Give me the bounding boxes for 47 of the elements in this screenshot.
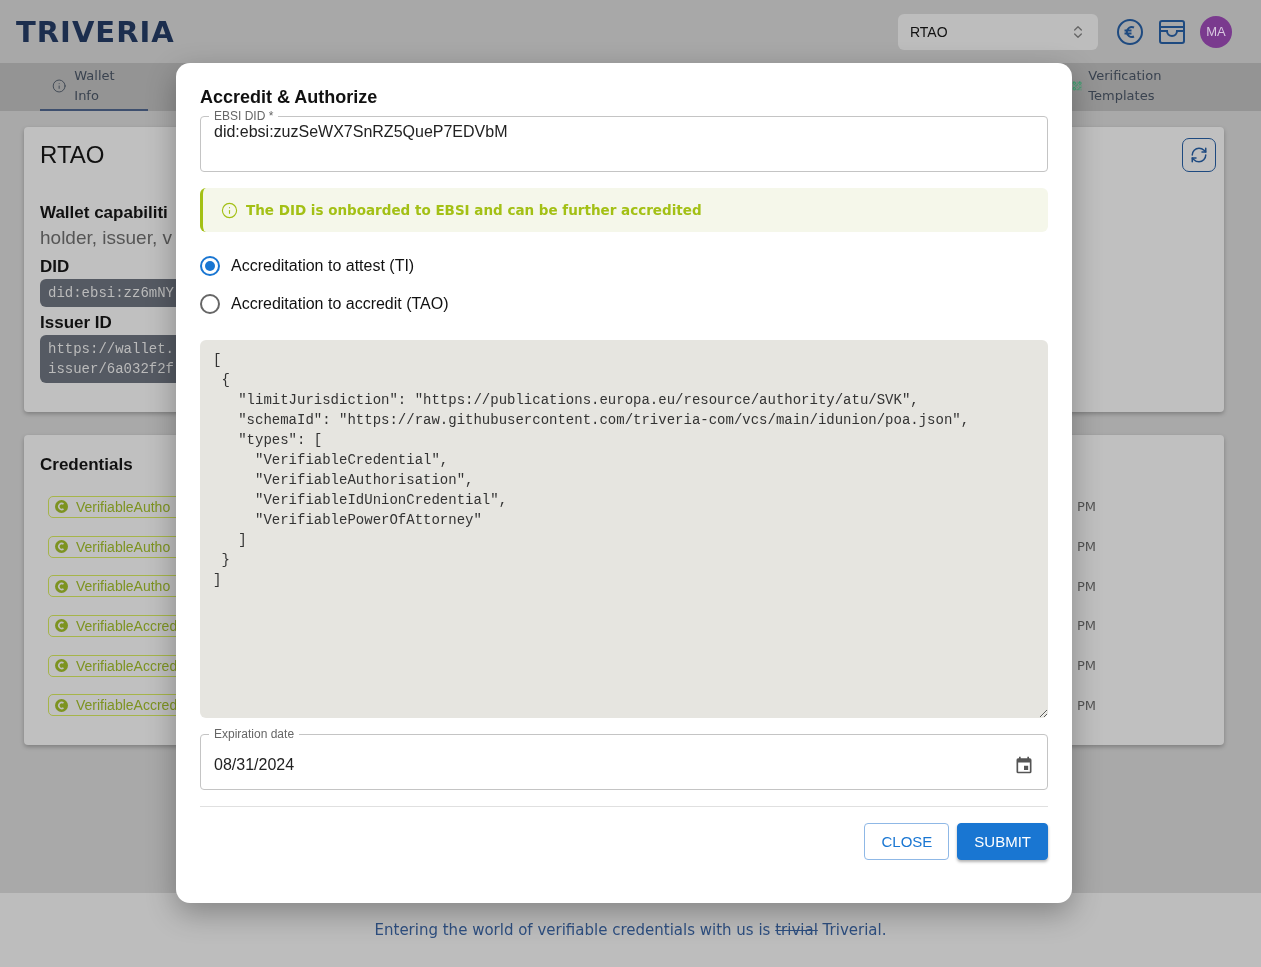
did-input[interactable]: did:ebsi:zuzSeWX7SnRZ5QueP7EDVbM	[214, 123, 1034, 141]
field-label: Expiration date	[213, 727, 296, 741]
footer-tagline: Entering the world of verifiable credentials with us is trivial Triverial.	[374, 921, 887, 939]
did-label: DID	[40, 256, 70, 278]
radio-button[interactable]	[200, 256, 220, 276]
refresh-icon	[1190, 146, 1208, 164]
credentials-title: Credentials	[40, 455, 133, 475]
alert-text: The DID is onboarded to EBSI and can be further accredited	[246, 202, 702, 218]
credential-time: PM	[1076, 658, 1096, 673]
radio-option[interactable]: Accreditation to accredit (TAO)	[200, 294, 1048, 314]
credential-time: PM	[1076, 697, 1096, 713]
qr-code-icon	[1072, 79, 1083, 93]
credential-time: PM	[1076, 578, 1096, 594]
credential-icon	[55, 540, 68, 553]
radio-button[interactable]	[200, 294, 220, 314]
user-avatar[interactable]: MA	[1200, 15, 1232, 48]
capabilities-label: Wallet capabiliti	[40, 202, 168, 224]
json-editor-field[interactable]: [ { "limitJurisdiction": "https://publications.europa.eu/resource/authority/atu/SVK", "schemaId": "https://raw.githubusercontent.com/triveria-com/vcs/main/idunion/poa.json", "types": [ "VerifiableCredential", "VerifiableAuthorisation", "VerifiableIdUnionCredential", "VerifiablePowerOfAttorney" ] } ]	[200, 340, 1048, 718]
credential-time: PM	[1076, 499, 1096, 515]
wallet-title: RTAO	[40, 141, 105, 169]
credential-time: PM	[1076, 539, 1096, 554]
wallet-select[interactable]: RTAO	[898, 13, 1098, 50]
refresh-button[interactable]	[1182, 138, 1216, 172]
issuer-id-label: Issuer ID	[40, 312, 112, 334]
expiration-date-field[interactable]: Expiration date 08/31/2024	[200, 727, 1048, 790]
credential-time: PM	[1076, 618, 1096, 634]
credential-icon	[55, 698, 68, 712]
wallet-icon[interactable]	[1158, 18, 1186, 45]
euro-circle-icon[interactable]	[1116, 17, 1144, 46]
date-input[interactable]: 08/31/2024	[214, 756, 1006, 774]
close-button[interactable]: CLOSE	[864, 823, 950, 860]
radio-option[interactable]: Accreditation to attest (TI)	[200, 256, 1048, 276]
credential-icon	[55, 500, 68, 514]
dialog-title: Accredit & Authorize	[200, 87, 378, 108]
info-icon	[52, 78, 67, 94]
calendar-icon[interactable]	[1014, 755, 1034, 775]
credential-icon	[55, 659, 68, 672]
submit-button[interactable]: SUBMIT	[957, 823, 1048, 860]
credential-icon	[55, 579, 68, 593]
triveria-logo: TRIVERIA	[16, 14, 176, 49]
nav-tab[interactable]: Verification Templates	[1068, 63, 1198, 111]
nav-tab[interactable]: Wallet Info	[40, 63, 148, 111]
credential-icon	[55, 619, 68, 633]
field-label: EBSI DID *	[213, 109, 275, 123]
info-icon	[221, 201, 238, 219]
capabilities-value: holder, issuer, v	[40, 226, 173, 250]
did-input-field[interactable]: EBSI DID * did:ebsi:zuzSeWX7SnRZ5QueP7EDVbM	[200, 109, 1048, 172]
